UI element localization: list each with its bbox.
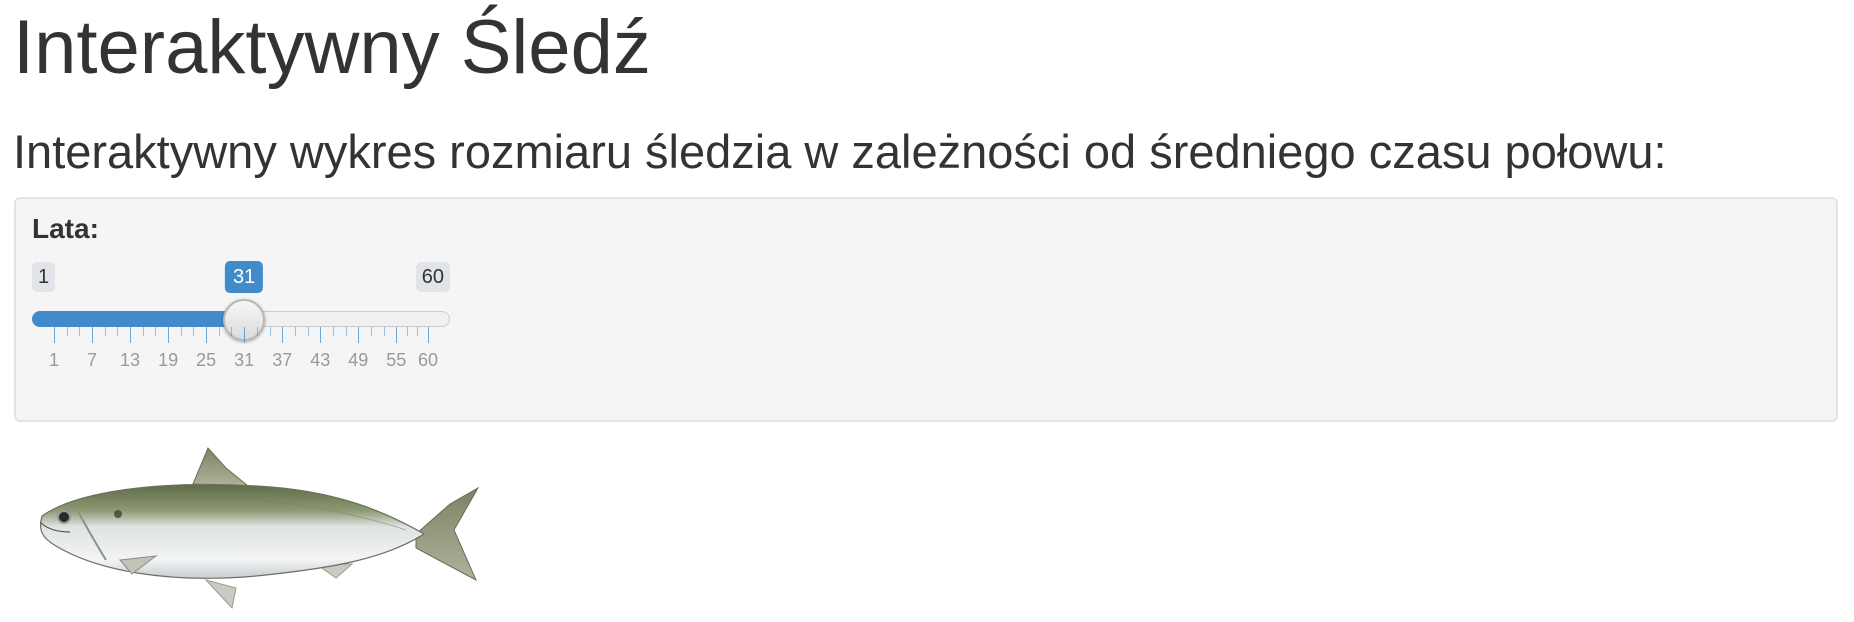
slider-grid-minor-tick: [417, 327, 419, 336]
slider-grid-tick: [92, 327, 94, 343]
slider-grid-minor-tick: [117, 327, 119, 336]
slider-grid-tick: [358, 327, 360, 343]
slider-grid-label: 7: [87, 350, 98, 370]
slider-grid-label: 55: [386, 350, 407, 370]
slider-grid-tick: [130, 327, 132, 343]
slider-grid-minor-tick: [218, 327, 220, 336]
slider-grid-tick: [282, 327, 284, 343]
slider-grid-minor-tick: [142, 327, 144, 336]
slider-grid-minor-tick: [79, 327, 81, 336]
slider-label: Lata:: [32, 213, 99, 244]
slider-grid-tick: [244, 327, 246, 343]
slider-grid-label: 19: [158, 350, 179, 370]
slider-grid-label: 43: [310, 350, 331, 370]
slider-grid-tick: [168, 327, 170, 343]
page-subtitle: Interaktywny wykres rozmiaru śledzia w z…: [13, 125, 1667, 178]
slider-grid-minor-tick: [104, 327, 106, 336]
slider-grid-minor-tick: [307, 327, 309, 336]
slider-grid-label: 31: [234, 350, 255, 370]
slider-grid-minor-tick: [256, 327, 258, 336]
slider-grid-minor-tick: [231, 327, 233, 336]
slider-grid-label: 1: [48, 350, 60, 370]
herring-fish-image: [39, 447, 480, 610]
slider-grid-minor-tick: [155, 327, 157, 336]
slider-grid-minor-tick: [332, 327, 334, 336]
years-slider[interactable]: 1 60 31 1 7 13 19 25 31 37 43 49 55 60: [32, 258, 450, 378]
slider-min-label: 1: [32, 262, 56, 292]
slider-grid-minor-tick: [345, 327, 347, 336]
slider-grid-tick: [206, 327, 208, 343]
slider-grid-minor-tick: [294, 327, 296, 336]
slider-grid-label: 13: [120, 350, 141, 370]
slider-grid-tick: [54, 327, 55, 343]
slider-grid-minor-tick: [383, 327, 385, 336]
slider-grid-minor-tick: [66, 327, 68, 336]
slider-grid-minor-tick: [180, 327, 182, 336]
slider-grid: 1 7 13 19 25 31 37 43 49 55 60: [32, 327, 450, 377]
slider-grid-minor-tick: [370, 327, 372, 336]
slider-grid-label: 37: [272, 350, 293, 370]
slider-grid-label: 49: [348, 350, 369, 370]
slider-grid-minor-tick: [193, 327, 195, 336]
page-title: Interaktywny Śledź: [13, 5, 651, 90]
slider-grid-label: 60: [417, 350, 439, 370]
slider-grid-tick: [320, 327, 322, 343]
slider-grid-tick: [428, 327, 429, 343]
slider-grid-minor-tick: [269, 327, 271, 336]
slider-max-label: 60: [415, 262, 450, 292]
slider-grid-label: 25: [196, 350, 217, 370]
slider-fill-bar: [32, 311, 245, 327]
slider-value-label: 31: [225, 261, 264, 293]
slider-grid-tick: [396, 327, 398, 343]
slider-grid-minor-tick: [406, 327, 408, 336]
